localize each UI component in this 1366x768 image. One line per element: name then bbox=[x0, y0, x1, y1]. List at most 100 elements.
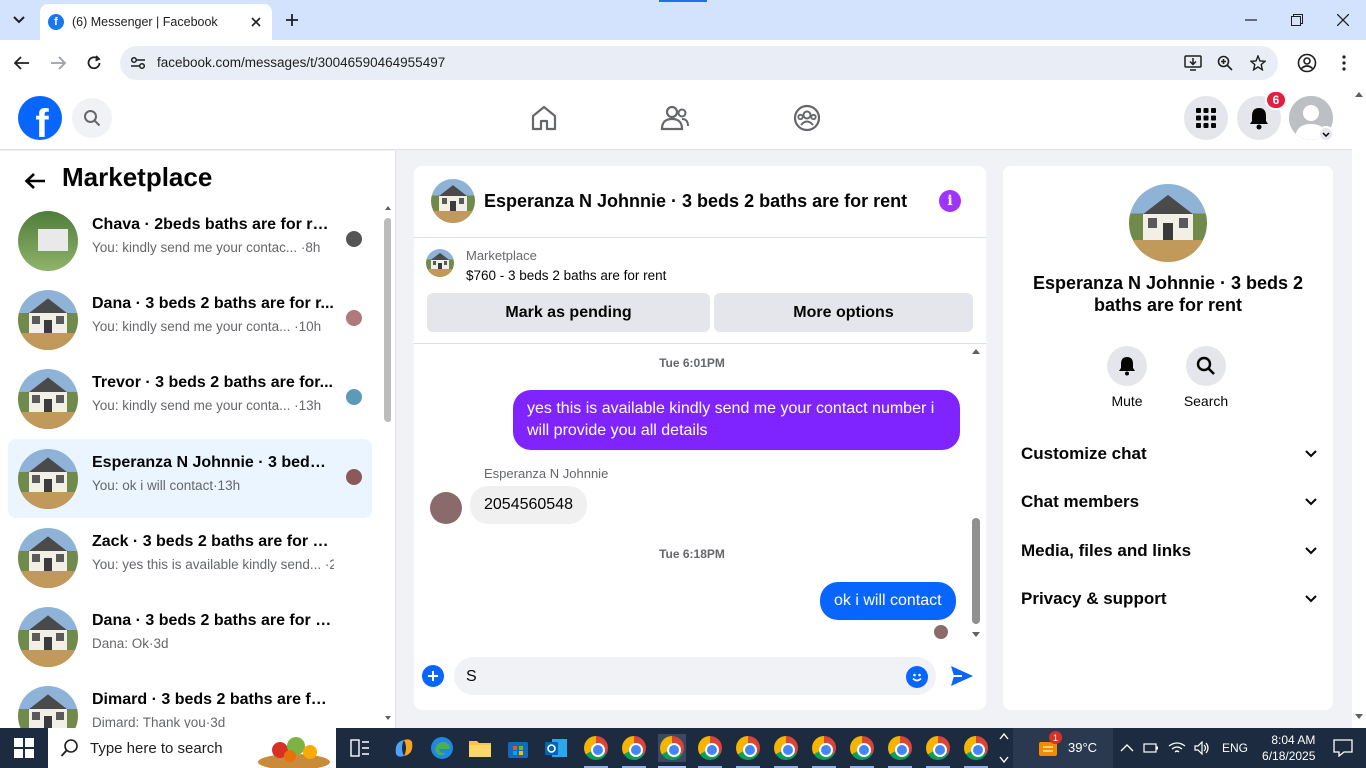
chrome-menu-button[interactable] bbox=[1332, 51, 1356, 75]
incoming-message[interactable]: 2054560548 bbox=[470, 486, 587, 524]
restore-button[interactable] bbox=[1274, 0, 1320, 40]
more-actions-button[interactable] bbox=[422, 665, 444, 687]
task-view-icon bbox=[350, 739, 369, 757]
site-info-icon[interactable] bbox=[128, 53, 148, 73]
close-window-button[interactable] bbox=[1320, 0, 1366, 40]
profile-icon bbox=[1297, 53, 1317, 73]
zoom-button[interactable] bbox=[1215, 53, 1235, 73]
battery-icon[interactable] bbox=[1143, 741, 1159, 755]
chrome-window-button-active[interactable] bbox=[658, 734, 686, 762]
mute-button[interactable]: Mute bbox=[1097, 346, 1157, 409]
conversation-item-active[interactable]: Esperanza N Johnnie · 3 beds ... You: ok… bbox=[8, 439, 372, 518]
volume-icon[interactable] bbox=[1194, 741, 1210, 755]
profile-button[interactable] bbox=[1295, 51, 1319, 75]
chat-listing-thumbnail[interactable] bbox=[431, 179, 475, 223]
chrome-window-button[interactable] bbox=[620, 734, 648, 762]
search-placeholder: Type here to search bbox=[90, 739, 223, 757]
install-app-button[interactable] bbox=[1183, 53, 1203, 73]
chat-members-item[interactable]: Chat members bbox=[1021, 487, 1317, 517]
info-icon[interactable]: i bbox=[939, 190, 961, 212]
arrow-left-icon bbox=[24, 173, 45, 189]
wifi-icon[interactable] bbox=[1168, 741, 1186, 755]
conversation-item[interactable]: Dimard · 3 beds 2 baths are for r... Dim… bbox=[8, 676, 372, 728]
page-scrollbar[interactable] bbox=[1352, 86, 1366, 728]
chrome-window-button[interactable] bbox=[734, 734, 762, 762]
back-button[interactable] bbox=[10, 51, 34, 75]
outgoing-message[interactable]: yes this is available kindly send me you… bbox=[513, 390, 960, 450]
outgoing-message[interactable]: ok i will contact bbox=[820, 582, 956, 620]
windows-start-icon[interactable] bbox=[14, 738, 34, 758]
file-explorer-button[interactable] bbox=[466, 734, 494, 762]
privacy-support-item[interactable]: Privacy & support bbox=[1021, 584, 1317, 614]
emoji-button[interactable] bbox=[906, 666, 928, 688]
language-indicator[interactable]: ENG bbox=[1222, 741, 1248, 755]
notification-badge: 6 bbox=[1265, 90, 1287, 110]
chrome-window-button[interactable] bbox=[810, 734, 838, 762]
notifications-center-icon[interactable] bbox=[1333, 739, 1354, 757]
chat-title[interactable]: Esperanza N Johnnie · 3 beds 2 baths are… bbox=[484, 191, 907, 212]
friends-nav-button[interactable] bbox=[657, 100, 693, 136]
forward-button[interactable] bbox=[46, 51, 70, 75]
browser-tab[interactable]: f (6) Messenger | Facebook bbox=[40, 4, 272, 40]
clock[interactable]: 8:04 AM 6/18/2025 bbox=[1262, 732, 1315, 764]
message-input[interactable]: S bbox=[454, 657, 936, 695]
listing-price[interactable]: $760 - 3 beds 2 baths are for rent bbox=[466, 268, 666, 283]
chrome-icon bbox=[812, 736, 836, 760]
sender-avatar[interactable] bbox=[430, 492, 462, 524]
plus-icon bbox=[428, 671, 438, 681]
customize-chat-item[interactable]: Customize chat bbox=[1021, 439, 1317, 469]
groups-nav-button[interactable] bbox=[789, 100, 825, 136]
chevron-down-icon bbox=[1305, 595, 1317, 603]
fruit-basket-icon bbox=[258, 737, 330, 768]
chrome-window-button[interactable] bbox=[848, 734, 876, 762]
taskbar-overflow-scroller[interactable] bbox=[998, 730, 1010, 766]
facebook-search-button[interactable] bbox=[72, 98, 112, 138]
mark-as-pending-button[interactable]: Mark as pending bbox=[427, 293, 710, 332]
home-nav-button[interactable] bbox=[526, 100, 562, 136]
chat-scrollbar[interactable] bbox=[970, 346, 982, 640]
chrome-window-button[interactable] bbox=[696, 734, 724, 762]
search-in-chat-button[interactable]: Search bbox=[1176, 346, 1236, 409]
address-bar[interactable]: facebook.com/messages/t/3004659046495549… bbox=[120, 46, 1278, 80]
chrome-window-button[interactable] bbox=[582, 734, 610, 762]
close-tab-button[interactable] bbox=[246, 12, 266, 32]
more-options-button[interactable]: More options bbox=[714, 293, 973, 332]
conversation-item[interactable]: Dana · 3 beds 2 baths are for r... You: … bbox=[8, 280, 372, 359]
media-files-links-item[interactable]: Media, files and links bbox=[1021, 536, 1317, 566]
copilot-button[interactable] bbox=[390, 734, 418, 762]
reload-button[interactable] bbox=[82, 51, 106, 75]
arrow-right-icon bbox=[51, 56, 66, 70]
conversation-item[interactable]: Dana · 3 beds 2 baths are for rent Dana:… bbox=[8, 597, 372, 676]
listing-thumbnail[interactable] bbox=[426, 249, 454, 277]
taskbar-search-box[interactable]: Type here to search bbox=[48, 728, 336, 768]
menu-button[interactable] bbox=[1184, 96, 1228, 140]
outlook-button[interactable] bbox=[542, 734, 570, 762]
chevron-down-icon bbox=[1305, 498, 1317, 506]
panel-title: Marketplace bbox=[62, 162, 213, 192]
chrome-window-button[interactable] bbox=[962, 734, 990, 762]
tab-search-button[interactable] bbox=[8, 9, 30, 31]
new-tab-button[interactable] bbox=[281, 9, 303, 31]
conversation-item[interactable]: Chava · 2beds baths are for rent You: ki… bbox=[8, 201, 372, 280]
store-button[interactable] bbox=[504, 734, 532, 762]
conversation-list-panel: Marketplace Chava · 2beds baths are for … bbox=[0, 151, 396, 728]
edge-icon bbox=[431, 737, 453, 759]
chrome-window-button[interactable] bbox=[924, 734, 952, 762]
chevron-up-icon[interactable] bbox=[1120, 743, 1134, 753]
weather-widget[interactable]: 1 39°C bbox=[1013, 728, 1113, 768]
conversation-item[interactable]: Trevor · 3 beds 2 baths are for... You: … bbox=[8, 359, 372, 438]
back-button[interactable] bbox=[22, 168, 48, 194]
minimize-button[interactable] bbox=[1228, 0, 1274, 40]
account-chevron[interactable] bbox=[1318, 126, 1334, 142]
conversation-list-scrollbar[interactable] bbox=[383, 204, 391, 724]
listing-photo[interactable] bbox=[1129, 184, 1207, 262]
task-view-button[interactable] bbox=[346, 734, 374, 762]
bookmark-button[interactable] bbox=[1248, 53, 1268, 73]
facebook-logo[interactable]: f bbox=[18, 96, 62, 140]
edge-button[interactable] bbox=[428, 734, 456, 762]
send-icon[interactable] bbox=[949, 664, 975, 688]
search-icon bbox=[1196, 356, 1215, 375]
chrome-window-button[interactable] bbox=[886, 734, 914, 762]
chrome-window-button[interactable] bbox=[772, 734, 800, 762]
conversation-item[interactable]: Zack · 3 beds 2 baths are for rent You: … bbox=[8, 518, 372, 597]
